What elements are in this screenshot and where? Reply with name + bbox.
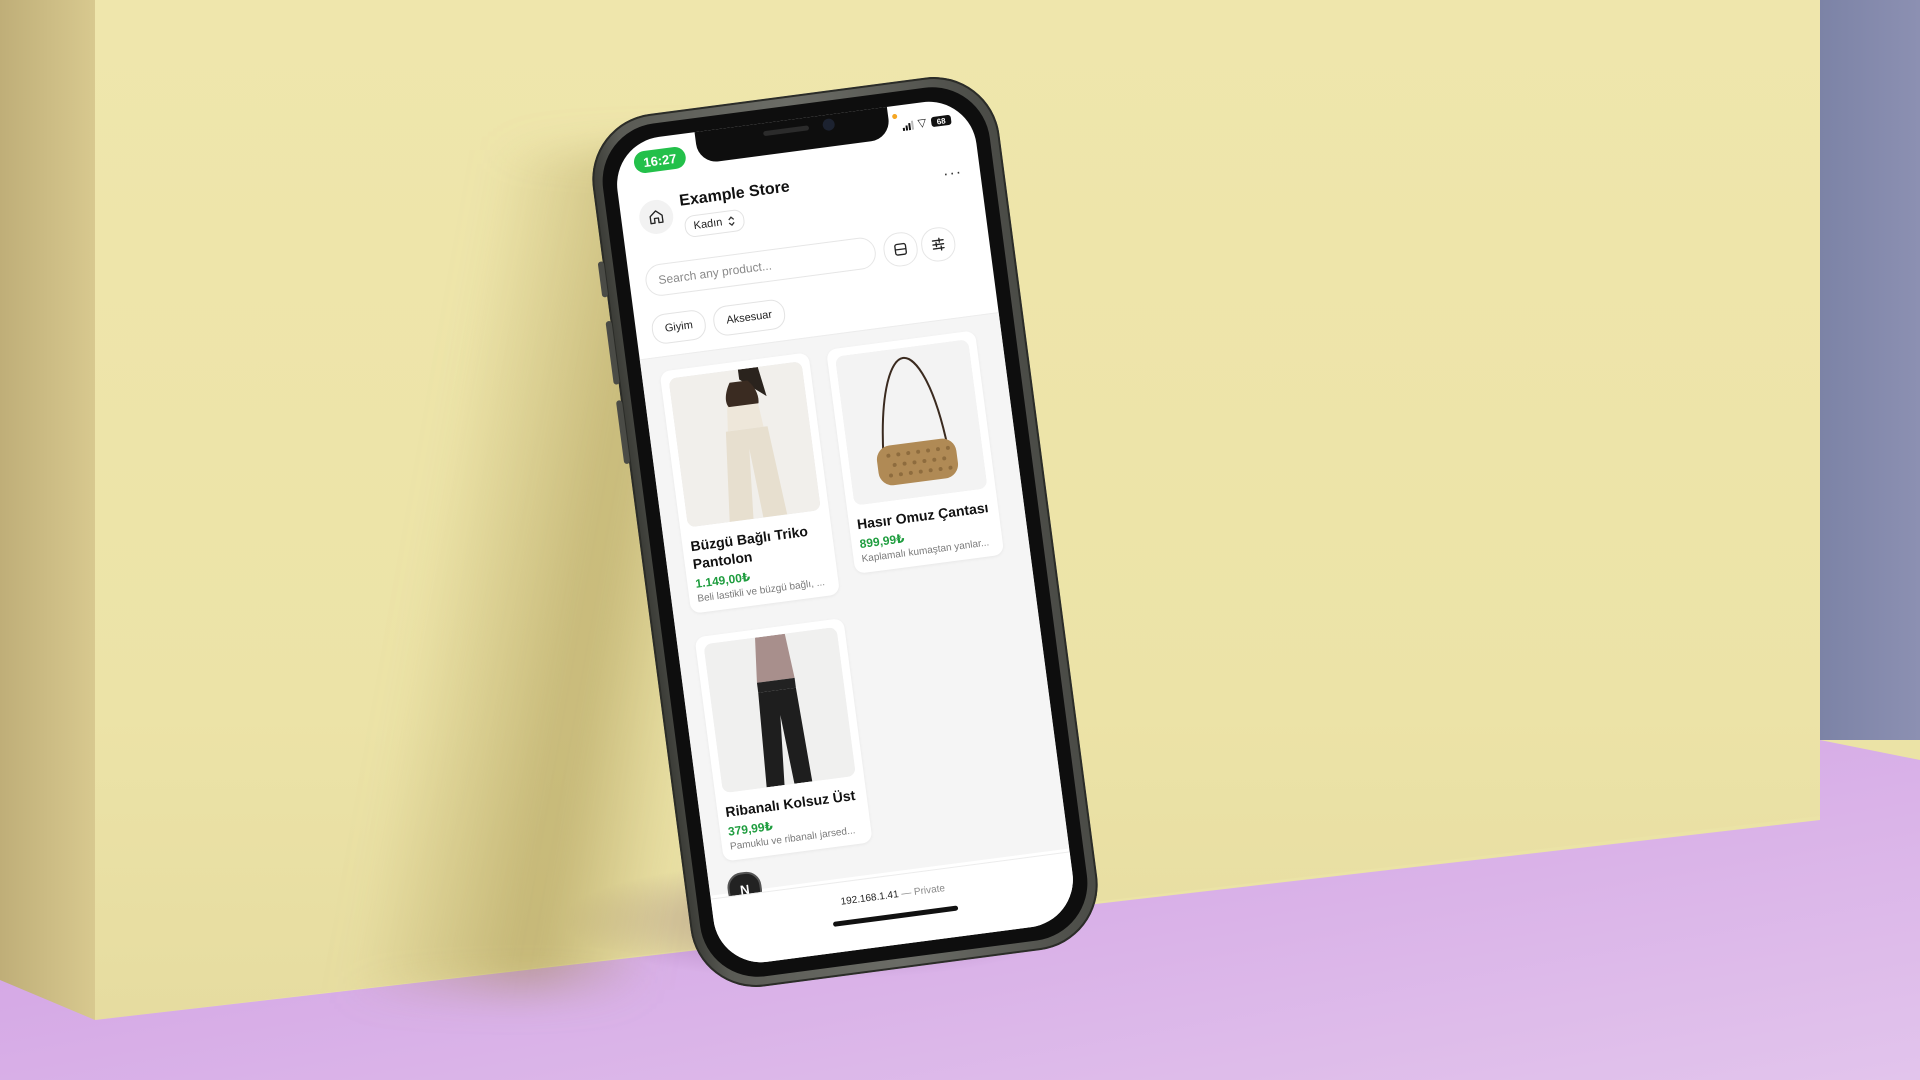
product-image [668, 361, 821, 528]
category-select-value: Kadın [692, 216, 724, 233]
chip-aksesuar[interactable]: Aksesuar [711, 298, 787, 338]
more-icon: ··· [942, 163, 964, 184]
product-image [835, 339, 988, 506]
notch [694, 104, 892, 164]
speaker-grille [762, 125, 810, 137]
wall-left-side [0, 0, 95, 1030]
wall-right-side [1820, 0, 1920, 740]
product-image [703, 626, 856, 794]
front-camera [821, 117, 836, 132]
chevron-updown-icon [728, 216, 735, 227]
signal-icon [901, 120, 914, 132]
battery-icon: 68 [930, 114, 952, 128]
system-icons: ▽ 68 [901, 114, 952, 132]
home-icon [649, 210, 664, 225]
category-select[interactable]: Kadın [683, 208, 746, 239]
layout-icon [894, 242, 907, 256]
privacy-indicator-icon [891, 113, 898, 120]
store-title: Example Store [678, 178, 791, 210]
product-card[interactable]: Büzgü Bağlı Triko Pantolon 1.149,00₺ Bel… [659, 352, 841, 614]
product-card[interactable]: Hasır Omuz Çantası 899,99₺ Kaplamalı kum… [826, 330, 1005, 574]
home-button[interactable] [637, 197, 676, 237]
product-card[interactable]: Ribanalı Kolsuz Üst 379,99₺ Pamuklu ve r… [694, 617, 873, 862]
home-indicator[interactable] [832, 905, 959, 927]
filter-icon [931, 237, 945, 251]
product-grid: Büzgü Bağlı Triko Pantolon 1.149,00₺ Bel… [639, 312, 1070, 896]
wifi-icon: ▽ [917, 116, 928, 130]
more-options-button[interactable]: ··· [942, 164, 963, 184]
private-mode-label: — Private [900, 883, 946, 900]
url-text: 192.168.1.41 [840, 889, 900, 908]
chip-giyim[interactable]: Giyim [650, 308, 708, 346]
filter-button[interactable] [919, 225, 958, 264]
layout-toggle-button[interactable] [881, 230, 920, 269]
status-time: 16:27 [632, 145, 688, 175]
category-chips: Giyim Aksesuar [650, 298, 787, 346]
background-scene: 16:27 ▽ 68 Example Store Kadın ··· Searc… [0, 0, 1920, 1080]
